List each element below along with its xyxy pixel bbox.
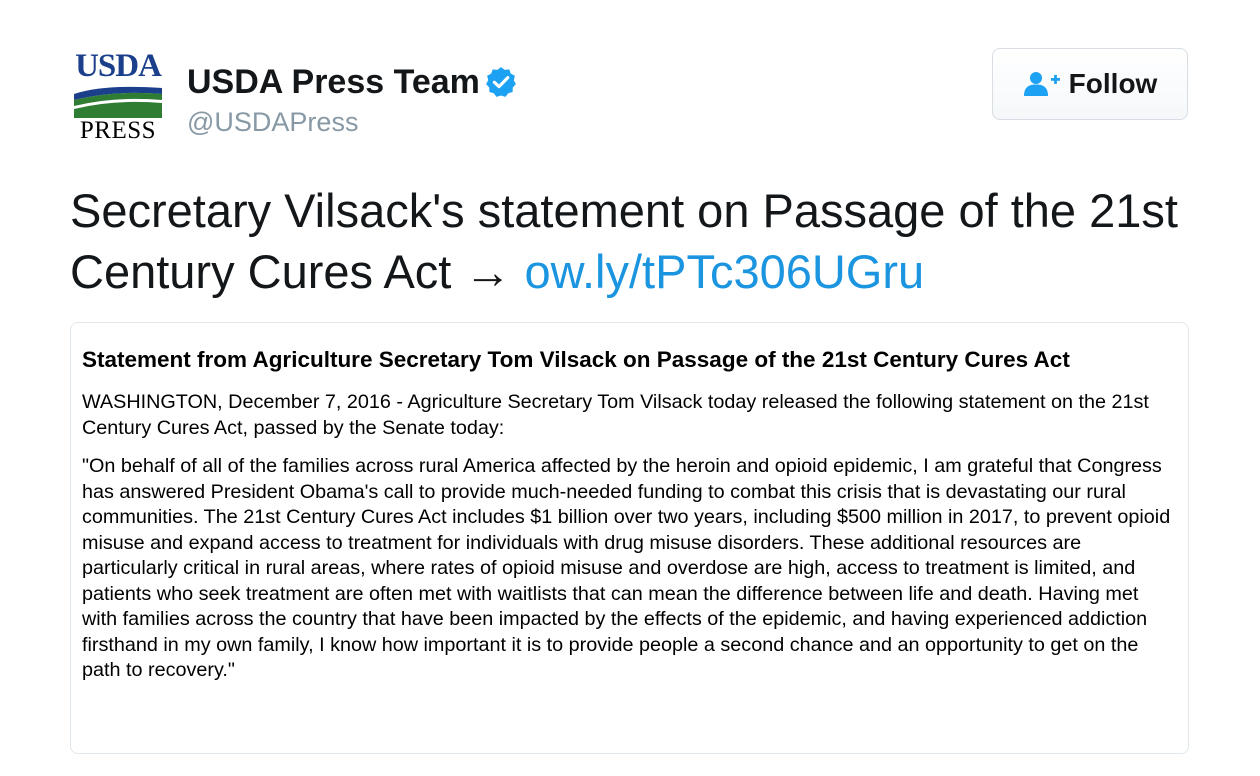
account-handle[interactable]: @USDAPress bbox=[187, 106, 358, 138]
tweet-link[interactable]: ow.ly/tPTc306UGru bbox=[525, 245, 925, 298]
display-name-text: USDA Press Team bbox=[187, 63, 480, 101]
card-title: Statement from Agriculture Secretary Tom… bbox=[82, 347, 1070, 372]
tweet-embed: USDA PRESS USDA Press Team @USDAPress Fo… bbox=[0, 0, 1260, 776]
card-paragraph-quote: "On behalf of all of the families across… bbox=[82, 455, 1171, 681]
press-logo-text: PRESS bbox=[79, 117, 157, 144]
link-preview-card[interactable]: Statement from Agriculture Secretary Tom… bbox=[70, 322, 1189, 754]
usda-logo-graphic bbox=[74, 84, 162, 118]
follow-button[interactable]: Follow bbox=[992, 48, 1188, 120]
display-name[interactable]: USDA Press Team bbox=[187, 62, 518, 102]
card-paragraph-intro: WASHINGTON, December 7, 2016 - Agricultu… bbox=[82, 391, 1149, 439]
add-user-icon bbox=[1023, 71, 1061, 97]
verified-badge-icon bbox=[484, 65, 518, 99]
follow-button-label: Follow bbox=[1068, 68, 1158, 99]
usda-logo-text: USDA bbox=[75, 48, 162, 84]
tweet-text: Secretary Vilsack's statement on Passage… bbox=[70, 180, 1200, 302]
avatar[interactable]: USDA PRESS bbox=[70, 48, 166, 144]
